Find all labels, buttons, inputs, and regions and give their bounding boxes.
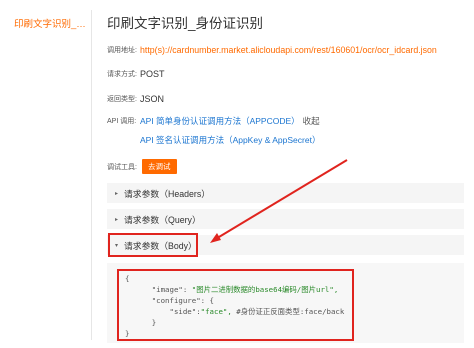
api-call-row: API 调用: API 简单身份认证调用方法（APPCODE） 收起 (107, 115, 320, 127)
method-label: 请求方式: (107, 71, 137, 78)
method-value: POST (140, 69, 165, 79)
panel-headers[interactable]: ▸ 请求参数（Headers） (107, 183, 464, 203)
address-value: http(s)://cardnumber.market.alicloudapi.… (140, 45, 437, 55)
debug-tool-row: 调试工具: 去调试 (107, 159, 177, 174)
return-type-label: 返回类型: (107, 96, 137, 103)
address-row: 调用地址: http(s)://cardnumber.market.aliclo… (107, 45, 437, 55)
page: 印刷文字识别_身... 印刷文字识别_身份证识别 调用地址: http(s):/… (0, 0, 474, 348)
expand-arrow-icon: ▸ (115, 190, 119, 197)
annotation-box-body-code (117, 269, 354, 341)
debug-tool-label: 调试工具: (107, 163, 137, 171)
appcode-auth-link[interactable]: API 简单身份认证调用方法（APPCODE） (140, 115, 300, 127)
return-type-row: 返回类型: JSON (107, 94, 164, 104)
signature-auth-link[interactable]: API 签名认证调用方法（AppKey & AppSecret） (140, 134, 320, 146)
panel-query-label: 请求参数（Query） (124, 214, 201, 225)
sidebar-divider (91, 10, 92, 340)
method-row: 请求方式: POST (107, 69, 165, 79)
panel-query[interactable]: ▸ 请求参数（Query） (107, 209, 464, 229)
collapse-link[interactable]: 收起 (303, 115, 320, 127)
api-call-label: API 调用: (107, 118, 137, 125)
api-call-row-2: API 签名认证调用方法（AppKey & AppSecret） (140, 134, 320, 146)
return-type-value: JSON (140, 94, 165, 104)
sidebar: 印刷文字识别_身... (0, 0, 91, 348)
annotation-box-body-tab (108, 233, 198, 257)
panel-headers-label: 请求参数（Headers） (124, 188, 211, 199)
address-label: 调用地址: (107, 47, 137, 54)
sidebar-item-idcard-ocr[interactable]: 印刷文字识别_身... (14, 16, 86, 30)
debug-button[interactable]: 去调试 (142, 159, 177, 174)
page-title: 印刷文字识别_身份证识别 (107, 16, 264, 31)
expand-arrow-icon: ▸ (115, 216, 119, 223)
